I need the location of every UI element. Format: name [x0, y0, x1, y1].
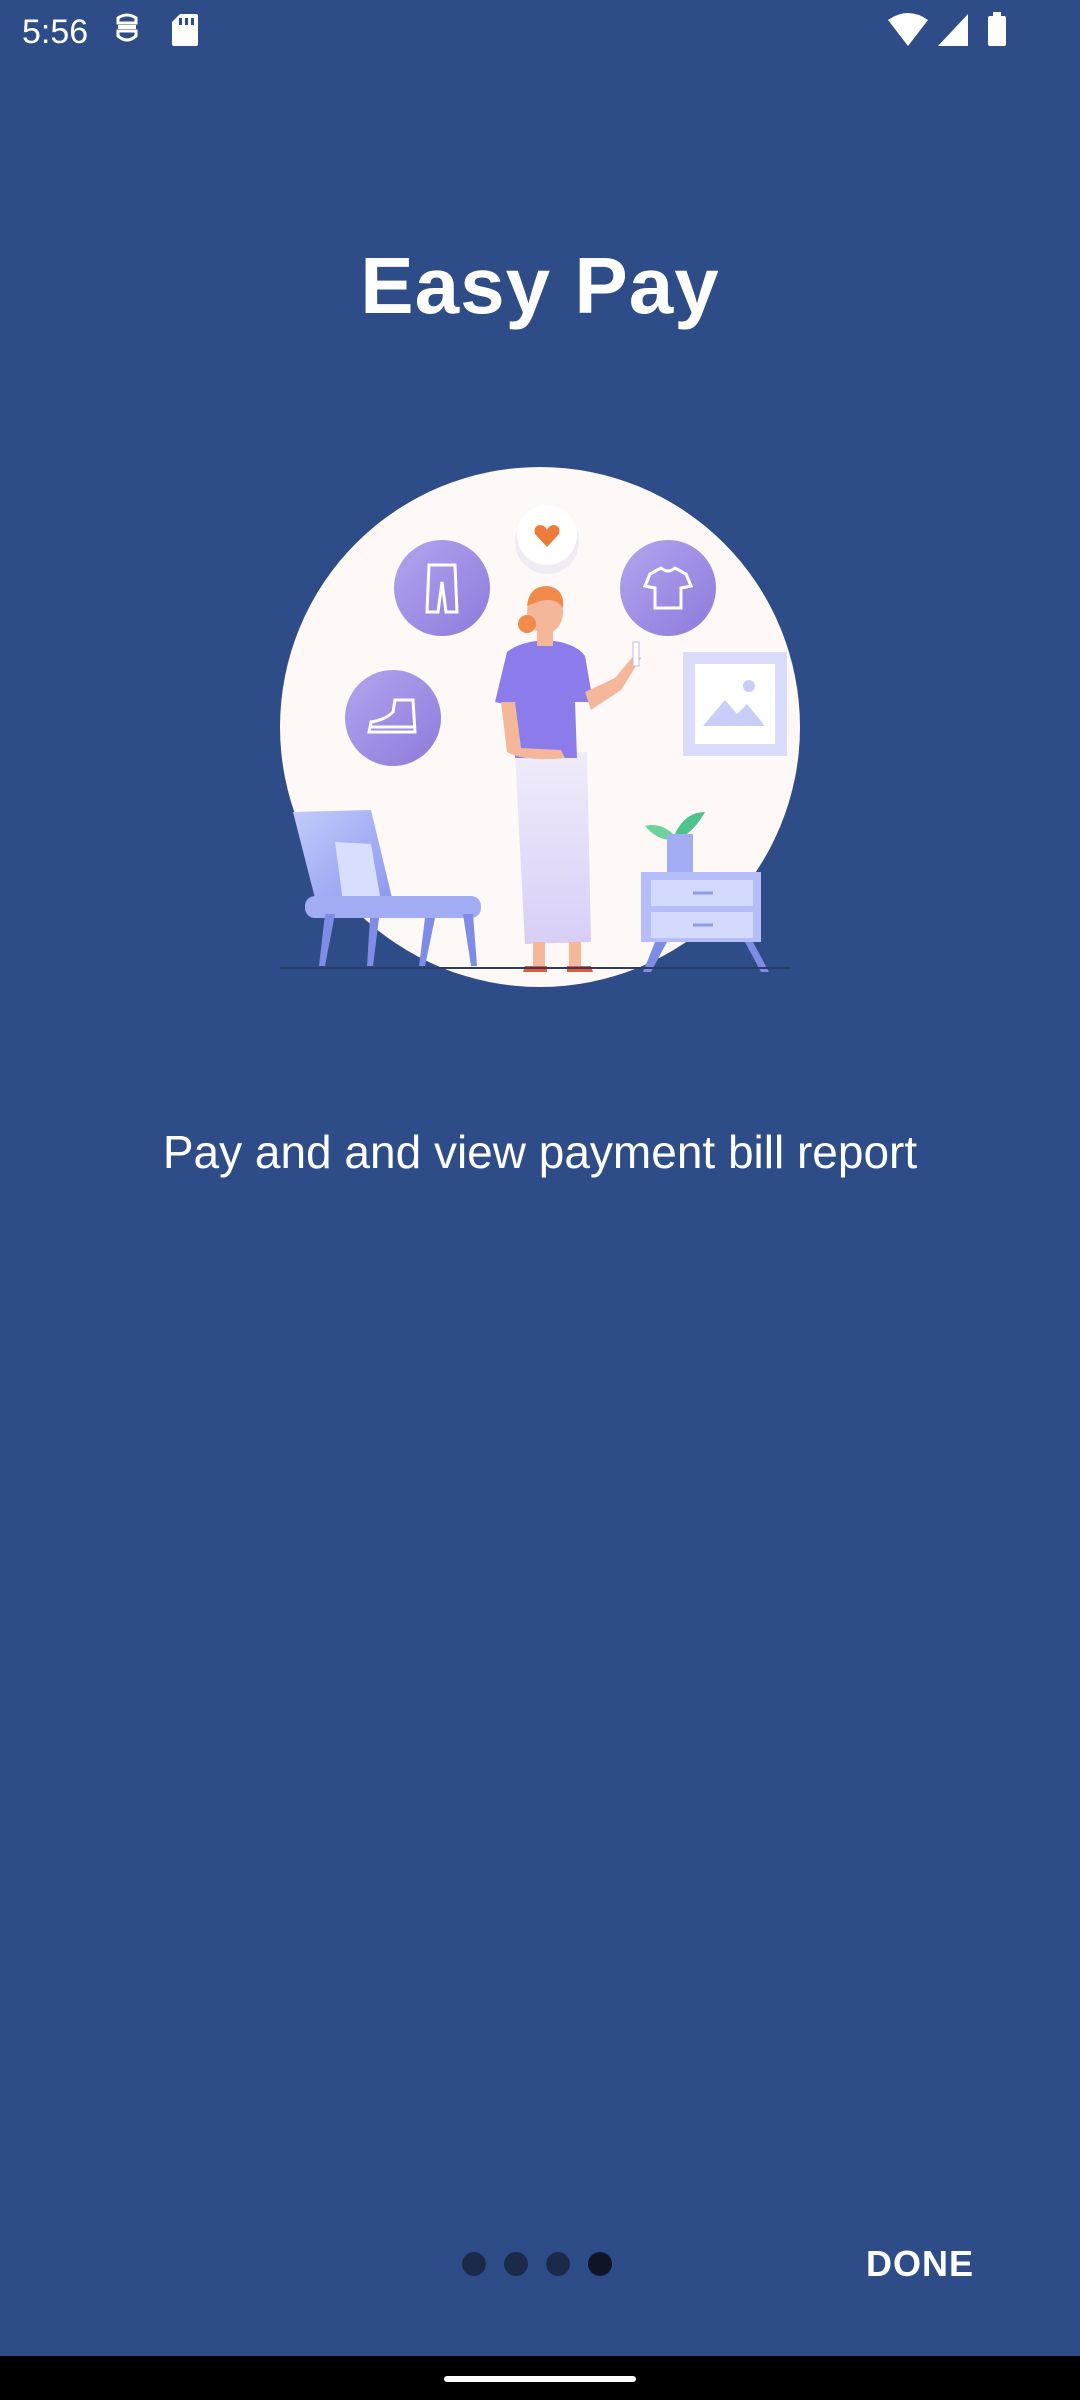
- done-button[interactable]: DONE: [840, 2234, 1000, 2294]
- shoe-icon: [345, 670, 441, 766]
- page-dot-3[interactable]: [546, 2252, 570, 2276]
- page-dot-1[interactable]: [462, 2252, 486, 2276]
- shirt-icon: [620, 540, 716, 636]
- page-title: Easy Pay: [360, 241, 720, 330]
- navigation-bar: [0, 2356, 1080, 2400]
- sd-card-icon: [170, 12, 200, 53]
- page-indicator: [462, 2252, 612, 2276]
- onboarding-screen: 5:56 Easy Pay Pay and and view payment b…: [0, 0, 1080, 2400]
- page-description: Pay and and view payment bill report: [162, 1126, 918, 1178]
- page-dot-4-active[interactable]: [588, 2252, 612, 2276]
- wifi-icon: [888, 12, 928, 53]
- picture-frame-icon: [683, 652, 787, 756]
- home-indicator[interactable]: [444, 2376, 636, 2382]
- pants-icon: [394, 540, 490, 636]
- debug-icon: [112, 12, 142, 53]
- status-bar: 5:56: [0, 0, 1080, 64]
- status-time: 5:56: [22, 13, 89, 51]
- battery-icon: [986, 12, 1008, 53]
- page-dot-2[interactable]: [504, 2252, 528, 2276]
- woman-shopping-illustration: [275, 462, 805, 992]
- cellular-signal-icon: [936, 12, 970, 53]
